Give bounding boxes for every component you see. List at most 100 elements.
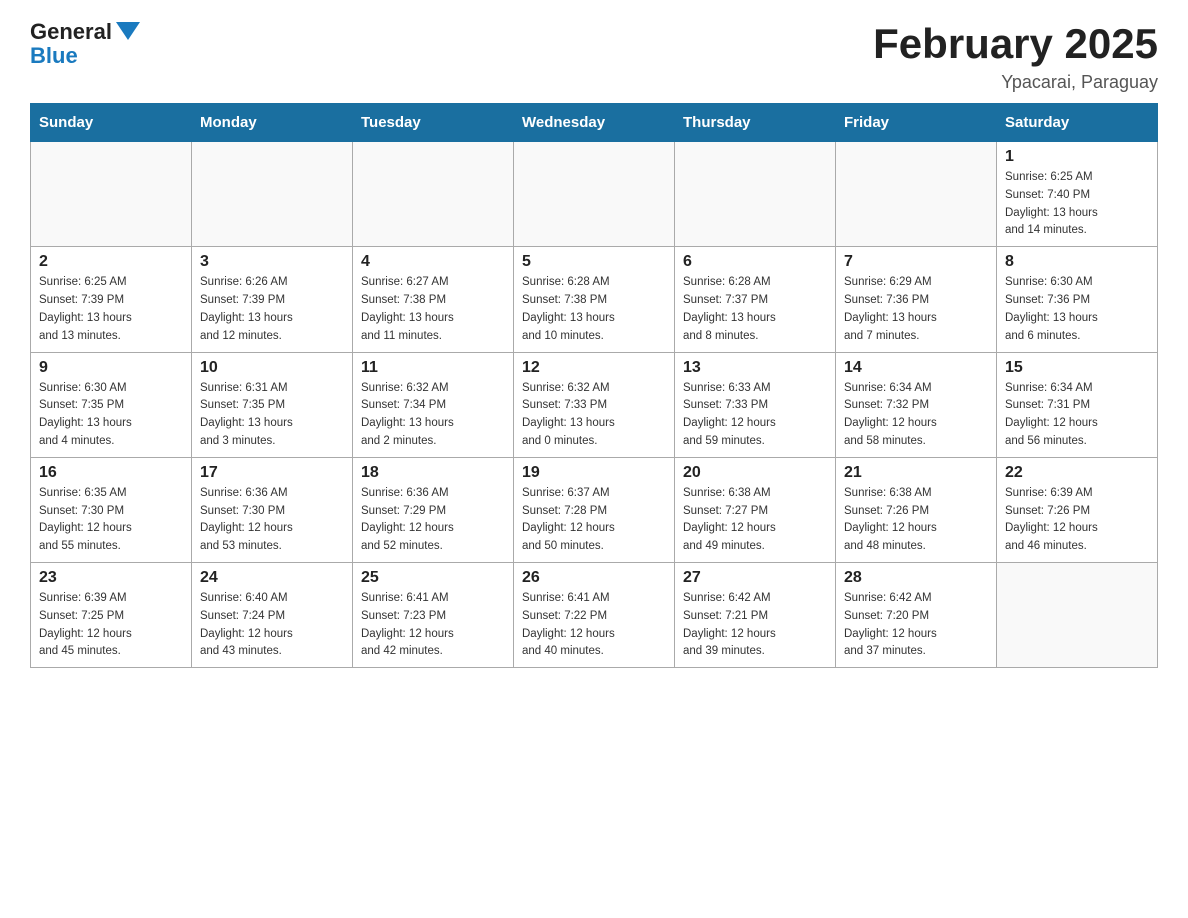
day-info: Sunrise: 6:39 AMSunset: 7:25 PMDaylight:… [39,590,183,661]
calendar-cell: 5 Sunrise: 6:28 AMSunset: 7:38 PMDaylight… [514,247,675,352]
calendar-cell: 9 Sunrise: 6:30 AMSunset: 7:35 PMDaylight… [31,352,192,457]
day-number: 17 [200,464,344,482]
calendar-cell [353,142,514,247]
day-number: 16 [39,464,183,482]
calendar-cell: 18 Sunrise: 6:36 AMSunset: 7:29 PMDayligh… [353,457,514,562]
day-info: Sunrise: 6:33 AMSunset: 7:33 PMDaylight:… [683,380,827,451]
calendar-cell [997,563,1158,668]
calendar-cell: 22Sunrise: 6:39 AMSunset: 7:26 PMDayligh… [997,457,1158,562]
day-info: Sunrise: 6:41 AMSunset: 7:23 PMDaylight:… [361,590,505,661]
location: Ypacarai, Paraguay [873,72,1158,93]
day-info: Sunrise: 6:32 AMSunset: 7:34 PMDaylight:… [361,380,505,451]
day-info: Sunrise: 6:30 AMSunset: 7:35 PMDaylight:… [39,380,183,451]
calendar-cell: 12 Sunrise: 6:32 AMSunset: 7:33 PMDayligh… [514,352,675,457]
day-number: 20 [683,464,827,482]
day-number: 18 [361,464,505,482]
day-number: 1 [1005,148,1149,166]
day-number: 6 [683,253,827,271]
calendar-cell: 23Sunrise: 6:39 AMSunset: 7:25 PMDayligh… [31,563,192,668]
day-info: Sunrise: 6:34 AMSunset: 7:31 PMDaylight:… [1005,380,1149,451]
calendar-cell: 28 Sunrise: 6:42 AMSunset: 7:20 PMDayligh… [836,563,997,668]
calendar-cell: 4 Sunrise: 6:27 AMSunset: 7:38 PMDaylight… [353,247,514,352]
day-info: Sunrise: 6:30 AMSunset: 7:36 PMDaylight:… [1005,274,1149,345]
day-number: 3 [200,253,344,271]
day-number: 11 [361,359,505,377]
day-number: 4 [361,253,505,271]
day-number: 26 [522,569,666,587]
logo-general: General [30,20,112,44]
day-number: 19 [522,464,666,482]
logo-triangle-icon [116,22,140,40]
calendar-cell: 26 Sunrise: 6:41 AMSunset: 7:22 PMDayligh… [514,563,675,668]
day-number: 9 [39,359,183,377]
day-number: 2 [39,253,183,271]
day-info: Sunrise: 6:42 AMSunset: 7:20 PMDaylight:… [844,590,988,661]
day-info: Sunrise: 6:41 AMSunset: 7:22 PMDaylight:… [522,590,666,661]
day-info: Sunrise: 6:38 AMSunset: 7:27 PMDaylight:… [683,485,827,556]
day-number: 28 [844,569,988,587]
calendar-cell [836,142,997,247]
day-header-friday: Friday [836,104,997,142]
day-header-wednesday: Wednesday [514,104,675,142]
day-number: 8 [1005,253,1149,271]
calendar-cell: 1 Sunrise: 6:25 AMSunset: 7:40 PMDaylight… [997,142,1158,247]
day-info: Sunrise: 6:42 AMSunset: 7:21 PMDaylight:… [683,590,827,661]
day-info: Sunrise: 6:35 AMSunset: 7:30 PMDaylight:… [39,485,183,556]
day-info: Sunrise: 6:26 AMSunset: 7:39 PMDaylight:… [200,274,344,345]
calendar-cell [192,142,353,247]
calendar-cell: 11 Sunrise: 6:32 AMSunset: 7:34 PMDayligh… [353,352,514,457]
calendar-cell: 6 Sunrise: 6:28 AMSunset: 7:37 PMDaylight… [675,247,836,352]
logo: General Blue [30,20,140,68]
day-number: 21 [844,464,988,482]
calendar-cell [675,142,836,247]
week-row-5: 23Sunrise: 6:39 AMSunset: 7:25 PMDayligh… [31,563,1158,668]
calendar-cell: 14 Sunrise: 6:34 AMSunset: 7:32 PMDayligh… [836,352,997,457]
day-info: Sunrise: 6:36 AMSunset: 7:30 PMDaylight:… [200,485,344,556]
calendar-cell: 13 Sunrise: 6:33 AMSunset: 7:33 PMDayligh… [675,352,836,457]
day-number: 15 [1005,359,1149,377]
day-number: 24 [200,569,344,587]
day-info: Sunrise: 6:31 AMSunset: 7:35 PMDaylight:… [200,380,344,451]
day-number: 12 [522,359,666,377]
day-header-sunday: Sunday [31,104,192,142]
calendar-cell: 10Sunrise: 6:31 AMSunset: 7:35 PMDayligh… [192,352,353,457]
month-title: February 2025 [873,20,1158,68]
calendar-cell: 25 Sunrise: 6:41 AMSunset: 7:23 PMDayligh… [353,563,514,668]
week-row-1: 1 Sunrise: 6:25 AMSunset: 7:40 PMDaylight… [31,142,1158,247]
calendar-cell: 19 Sunrise: 6:37 AMSunset: 7:28 PMDayligh… [514,457,675,562]
day-info: Sunrise: 6:28 AMSunset: 7:38 PMDaylight:… [522,274,666,345]
day-info: Sunrise: 6:27 AMSunset: 7:38 PMDaylight:… [361,274,505,345]
day-number: 5 [522,253,666,271]
title-block: February 2025 Ypacarai, Paraguay [873,20,1158,93]
day-number: 13 [683,359,827,377]
day-info: Sunrise: 6:40 AMSunset: 7:24 PMDaylight:… [200,590,344,661]
day-header-thursday: Thursday [675,104,836,142]
logo-blue: Blue [30,44,78,68]
day-info: Sunrise: 6:25 AMSunset: 7:40 PMDaylight:… [1005,169,1149,240]
calendar-table: SundayMondayTuesdayWednesdayThursdayFrid… [30,103,1158,668]
week-row-2: 2Sunrise: 6:25 AMSunset: 7:39 PMDaylight… [31,247,1158,352]
day-number: 7 [844,253,988,271]
day-number: 22 [1005,464,1149,482]
calendar-cell: 16 Sunrise: 6:35 AMSunset: 7:30 PMDayligh… [31,457,192,562]
day-info: Sunrise: 6:36 AMSunset: 7:29 PMDaylight:… [361,485,505,556]
calendar-cell: 3 Sunrise: 6:26 AMSunset: 7:39 PMDaylight… [192,247,353,352]
day-number: 25 [361,569,505,587]
day-info: Sunrise: 6:32 AMSunset: 7:33 PMDaylight:… [522,380,666,451]
day-info: Sunrise: 6:29 AMSunset: 7:36 PMDaylight:… [844,274,988,345]
calendar-cell: 20 Sunrise: 6:38 AMSunset: 7:27 PMDayligh… [675,457,836,562]
calendar-cell: 21 Sunrise: 6:38 AMSunset: 7:26 PMDayligh… [836,457,997,562]
day-info: Sunrise: 6:37 AMSunset: 7:28 PMDaylight:… [522,485,666,556]
day-number: 14 [844,359,988,377]
week-row-3: 9 Sunrise: 6:30 AMSunset: 7:35 PMDaylight… [31,352,1158,457]
day-info: Sunrise: 6:28 AMSunset: 7:37 PMDaylight:… [683,274,827,345]
calendar-cell: 2Sunrise: 6:25 AMSunset: 7:39 PMDaylight… [31,247,192,352]
calendar-cell: 27 Sunrise: 6:42 AMSunset: 7:21 PMDayligh… [675,563,836,668]
day-info: Sunrise: 6:38 AMSunset: 7:26 PMDaylight:… [844,485,988,556]
calendar-cell: 7 Sunrise: 6:29 AMSunset: 7:36 PMDaylight… [836,247,997,352]
week-row-4: 16 Sunrise: 6:35 AMSunset: 7:30 PMDayligh… [31,457,1158,562]
calendar-cell: 8 Sunrise: 6:30 AMSunset: 7:36 PMDaylight… [997,247,1158,352]
day-info: Sunrise: 6:34 AMSunset: 7:32 PMDaylight:… [844,380,988,451]
page-header: General Blue February 2025 Ypacarai, Par… [30,20,1158,93]
day-number: 27 [683,569,827,587]
